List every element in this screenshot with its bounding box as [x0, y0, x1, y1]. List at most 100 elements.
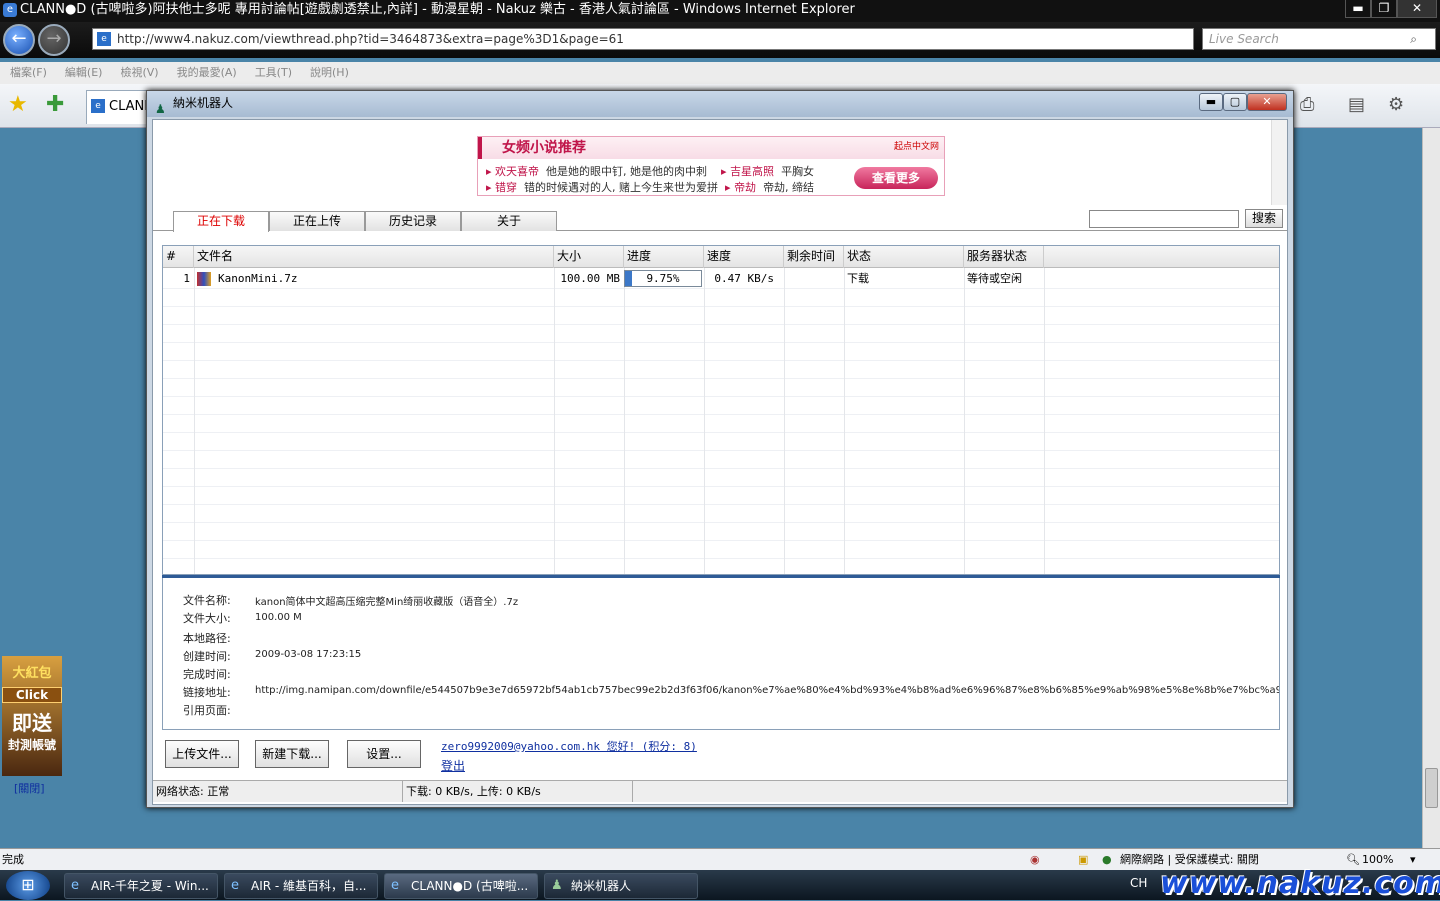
tab-uploading[interactable]: 正在上传	[269, 211, 365, 231]
ad-line-2[interactable]: ▸ 错穿 错的时候遇对的人, 赌上今生来世为爱拼 ▸ 帝劫 帝劫, 缔结	[486, 179, 814, 195]
add-favorites-icon[interactable]: ✚	[46, 92, 64, 117]
grid-row-line	[163, 414, 1279, 415]
taskbar-item-clannad[interactable]: e CLANN●D (古啤啦...	[384, 873, 538, 899]
robot-body: 女频小说推荐 起点中文网 ▸ 欢天喜帝 他是她的眼中钉, 她是他的肉中刺 ▸ 吉…	[152, 119, 1288, 805]
taskbar-item-air-win[interactable]: e AIR-千年之夏 - Win...	[64, 873, 218, 899]
ad-close-link[interactable]: [關閉]	[14, 780, 45, 796]
robot-close-button[interactable]: ✕	[1247, 93, 1287, 111]
live-search-input[interactable]: Live Search ⌕	[1202, 28, 1436, 50]
scrollbar-thumb[interactable]	[1425, 768, 1438, 808]
grid-row-line	[163, 450, 1279, 451]
transfer-speed-status: 下载: 0 KB/s, 上传: 0 KB/s	[403, 781, 633, 802]
tools-gear-icon[interactable]: ⚙	[1388, 94, 1404, 115]
col-status[interactable]: 状态	[844, 246, 964, 268]
print-icon[interactable]: ⎙	[1300, 94, 1314, 115]
robot-minimize-button[interactable]: ▬	[1199, 93, 1223, 111]
detail-value-name: kanon简体中文超高压缩完整Min绮丽收藏版（语音全）.7z	[255, 597, 519, 608]
row-speed: 0.47 KB/s	[714, 272, 774, 285]
new-download-button[interactable]: 新建下载...	[255, 740, 329, 768]
menu-file[interactable]: 檔案(F)	[10, 62, 47, 84]
grid-col-line	[194, 268, 195, 574]
security-icon[interactable]: ▣	[1078, 849, 1088, 870]
privacy-icon[interactable]: ◉	[1030, 849, 1040, 870]
close-button[interactable]: ✕	[1397, 0, 1437, 18]
ie-icon: e	[391, 878, 399, 893]
robot-search-input[interactable]	[1089, 210, 1239, 228]
grid-col-line	[554, 268, 555, 574]
minimize-button[interactable]: ▬	[1345, 0, 1371, 18]
row-server-status: 等待或空闲	[967, 272, 1022, 285]
browser-tab[interactable]: e CLANN	[86, 90, 154, 124]
robot-maximize-button[interactable]: ▢	[1223, 93, 1247, 111]
internet-zone-icon: ●	[1102, 853, 1112, 866]
detail-label-link: 链接地址:	[183, 686, 231, 699]
menu-view[interactable]: 檢視(V)	[120, 62, 158, 84]
menu-help[interactable]: 說明(H)	[310, 62, 349, 84]
grid-row-line	[163, 288, 1279, 289]
robot-status-bar: 网络状态: 正常 下载: 0 KB/s, 上传: 0 KB/s	[153, 780, 1287, 802]
ad-scrollbar[interactable]	[1271, 120, 1287, 205]
robot-search-button[interactable]: 搜索	[1245, 209, 1283, 228]
forward-button[interactable]: →	[38, 24, 70, 56]
maximize-button[interactable]: ❐	[1371, 0, 1397, 18]
search-icon[interactable]: ⌕	[1410, 29, 1417, 49]
grid-row-line	[163, 378, 1279, 379]
grid-row-line	[163, 504, 1279, 505]
status-text: 完成	[2, 853, 24, 866]
page-scrollbar[interactable]	[1422, 128, 1440, 848]
detail-value-link[interactable]: http://img.namipan.com/downfile/e544507b…	[255, 685, 1279, 696]
grid-row-line	[163, 468, 1279, 469]
tab-history[interactable]: 历史记录	[365, 211, 461, 231]
tab-downloading[interactable]: 正在下载	[173, 211, 269, 232]
side-ad-banner[interactable]: 大紅包 Click 即送 封測帳號	[2, 656, 62, 776]
col-speed[interactable]: 速度	[704, 246, 784, 268]
col-size[interactable]: 大小	[554, 246, 624, 268]
grid-row-line	[163, 396, 1279, 397]
user-account-link[interactable]: zero9992009@yahoo.com.hk 您好! (积分: 8)	[441, 738, 697, 754]
row-filename: KanonMini.7z	[218, 272, 298, 285]
favorites-star-icon[interactable]: ★	[8, 92, 28, 117]
ad-line-1[interactable]: ▸ 欢天喜帝 他是她的眼中钉, 她是他的肉中刺 ▸ 吉星高照 平胸女	[486, 163, 814, 179]
grid-row-line	[163, 432, 1279, 433]
robot-tabs: 正在下载 正在上传 历史记录 关于 搜索	[153, 207, 1287, 232]
menu-favorites[interactable]: 我的最愛(A)	[177, 62, 237, 84]
col-server-status[interactable]: 服务器状态	[964, 246, 1044, 268]
detail-label-completed: 完成时间:	[183, 668, 231, 681]
grid-row-line	[163, 342, 1279, 343]
grid-col-line	[964, 268, 965, 574]
page-menu-icon[interactable]: ▤	[1348, 94, 1365, 115]
taskbar-item-robot[interactable]: ♟ 納米机器人	[544, 873, 698, 899]
taskbar-item-air-wiki[interactable]: e AIR - 維基百科，自...	[224, 873, 378, 899]
detail-value-created: 2009-03-08 17:23:15	[255, 649, 362, 660]
col-progress[interactable]: 进度	[624, 246, 704, 268]
col-remaining[interactable]: 剩余时间	[784, 246, 844, 268]
row-num: 1	[183, 272, 190, 285]
ad-more-button[interactable]: 查看更多	[854, 167, 938, 189]
col-num[interactable]: #	[163, 246, 194, 268]
progress-text: 9.75%	[646, 272, 680, 285]
url-text: http://www4.nakuz.com/viewthread.php?tid…	[117, 32, 624, 46]
grid-row-line	[163, 324, 1279, 325]
logout-link[interactable]: 登出	[441, 757, 465, 774]
back-button[interactable]: ←	[3, 24, 35, 56]
start-button[interactable]: ⊞	[6, 871, 50, 900]
menu-tools[interactable]: 工具(T)	[255, 62, 292, 84]
detail-label-path: 本地路径:	[183, 632, 231, 645]
ad-text-4: 封測帳號	[7, 738, 56, 752]
upload-file-button[interactable]: 上传文件...	[165, 740, 239, 768]
menu-edit[interactable]: 編輯(E)	[65, 62, 103, 84]
grid-row-line	[163, 486, 1279, 487]
detail-label-size: 文件大小:	[183, 612, 231, 625]
tab-page-icon: e	[91, 99, 105, 113]
input-language[interactable]: CH	[1130, 876, 1147, 890]
download-table: # 文件名 大小 进度 速度 剩余时间 状态 服务器状态 1 KanonMini…	[162, 245, 1280, 575]
file-details-panel: 文件名称: kanon简体中文超高压缩完整Min绮丽收藏版（语音全）.7z 文件…	[162, 578, 1280, 730]
settings-button[interactable]: 设置...	[347, 740, 421, 768]
address-bar[interactable]: e http://www4.nakuz.com/viewthread.php?t…	[92, 28, 1194, 50]
tab-about[interactable]: 关于	[461, 211, 557, 231]
grid-row-line	[163, 540, 1279, 541]
col-filename[interactable]: 文件名	[194, 246, 554, 268]
search-placeholder: Live Search	[1209, 32, 1279, 46]
archive-icon	[197, 272, 211, 286]
novel-ad-box[interactable]: 女频小说推荐 起点中文网 ▸ 欢天喜帝 他是她的眼中钉, 她是他的肉中刺 ▸ 吉…	[477, 136, 945, 196]
